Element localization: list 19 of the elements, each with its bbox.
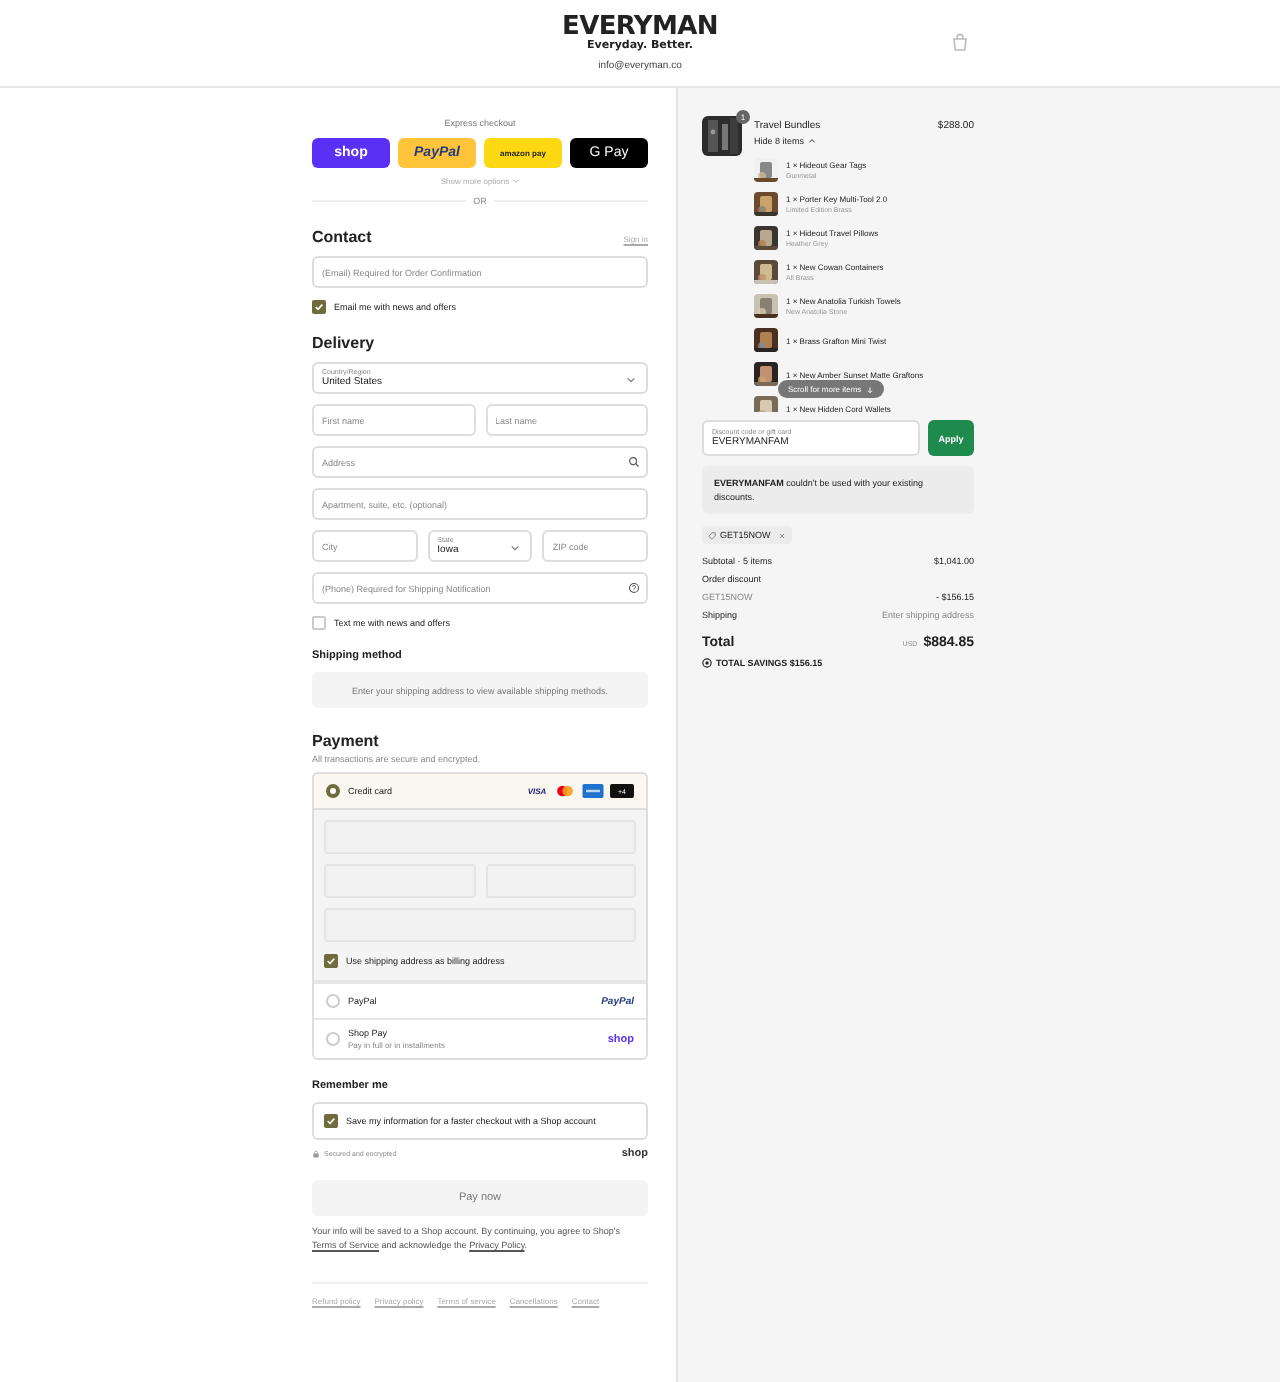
mastercard-icon bbox=[554, 784, 576, 798]
card-brand-icon bbox=[582, 784, 604, 798]
chevron-down-icon bbox=[510, 544, 521, 552]
help-icon[interactable] bbox=[628, 582, 640, 594]
shopping-bag-icon[interactable] bbox=[950, 32, 970, 52]
checkbox[interactable] bbox=[312, 300, 326, 314]
chevron-up-icon bbox=[808, 138, 817, 144]
section-title: Contact bbox=[312, 228, 372, 246]
radio-button[interactable] bbox=[326, 784, 340, 798]
search-icon bbox=[628, 456, 640, 468]
section-title: Delivery bbox=[312, 334, 377, 352]
logo: EVERYMAN bbox=[561, 16, 718, 40]
tag-icon bbox=[708, 531, 716, 539]
section-title: Payment bbox=[312, 732, 381, 750]
savings-icon bbox=[702, 658, 712, 668]
lock-icon bbox=[312, 1150, 320, 1158]
checkbox[interactable] bbox=[324, 954, 338, 968]
chevron-down-icon bbox=[626, 376, 636, 384]
checkbox[interactable] bbox=[324, 1114, 338, 1128]
